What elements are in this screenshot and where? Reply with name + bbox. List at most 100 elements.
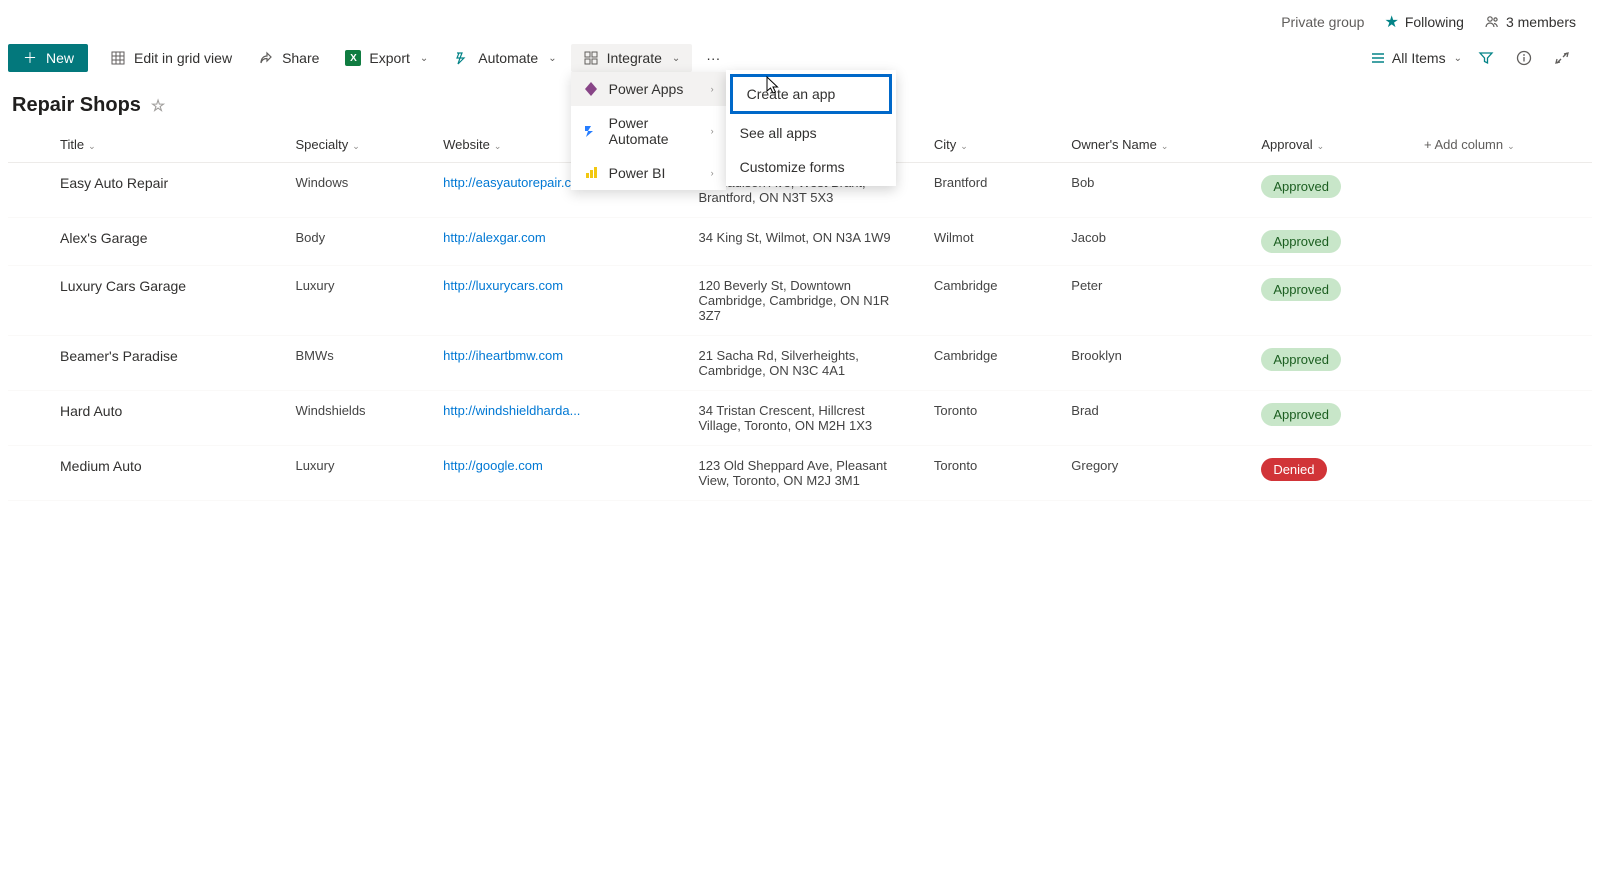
more-button[interactable]: ··· [694, 44, 732, 72]
cell-specialty: Luxury [283, 446, 431, 501]
approval-pill: Approved [1261, 175, 1341, 198]
see-all-label: See all apps [740, 125, 817, 141]
cell-city: Toronto [922, 391, 1059, 446]
members-label: 3 members [1506, 14, 1576, 30]
cell-empty [1412, 391, 1592, 446]
cell-approval: Approved [1249, 266, 1412, 336]
cell-title: Alex's Garage [48, 218, 283, 266]
cell-empty [1412, 336, 1592, 391]
automate-button[interactable]: Automate ⌄ [442, 44, 568, 72]
list-title-text: Repair Shops [12, 94, 141, 117]
chevron-right-icon: › [711, 126, 714, 136]
edit-grid-button[interactable]: Edit in grid view [98, 44, 244, 72]
new-button-label: New [46, 50, 74, 66]
cell-owner: Brooklyn [1059, 336, 1249, 391]
export-button[interactable]: X Export ⌄ [333, 44, 440, 72]
cell-website: http://google.com [431, 446, 686, 501]
column-specialty[interactable]: Specialty⌄ [283, 127, 431, 163]
chevron-down-icon: ⌄ [420, 53, 428, 64]
cell-approval: Approved [1249, 163, 1412, 218]
row-select[interactable] [8, 336, 48, 391]
following-label: Following [1405, 14, 1464, 30]
cell-specialty: Windows [283, 163, 431, 218]
row-select[interactable] [8, 163, 48, 218]
column-city[interactable]: City⌄ [922, 127, 1059, 163]
chevron-down-icon: ⌄ [1317, 141, 1325, 151]
command-bar: ＋ New Edit in grid view Share X Export ⌄… [0, 40, 1600, 76]
cell-approval: Approved [1249, 336, 1412, 391]
favorite-star-icon[interactable]: ☆ [151, 96, 165, 116]
see-all-apps-item[interactable]: See all apps [726, 116, 896, 150]
more-label: ··· [706, 50, 720, 66]
share-button[interactable]: Share [246, 44, 331, 72]
cell-city: Wilmot [922, 218, 1059, 266]
powerautomate-icon [583, 123, 599, 139]
following-toggle[interactable]: ★ Following [1384, 12, 1463, 32]
add-column[interactable]: + Add column⌄ [1412, 127, 1592, 163]
table-row[interactable]: Medium AutoLuxuryhttp://google.com123 Ol… [8, 446, 1592, 501]
create-app-item[interactable]: Create an app [730, 74, 892, 114]
row-select[interactable] [8, 391, 48, 446]
column-title[interactable]: Title⌄ [48, 127, 283, 163]
new-button[interactable]: ＋ New [8, 44, 88, 72]
filter-button[interactable] [1472, 44, 1500, 72]
cell-city: Toronto [922, 446, 1059, 501]
edit-grid-label: Edit in grid view [134, 50, 232, 66]
cell-website: http://windshieldharda... [431, 391, 686, 446]
powerautomate-menu-item[interactable]: Power Automate › [571, 106, 726, 156]
list-view-icon [1370, 50, 1386, 66]
table-row[interactable]: Beamer's ParadiseBMWshttp://iheartbmw.co… [8, 336, 1592, 391]
website-link[interactable]: http://easyautorepair.c... [443, 175, 582, 190]
website-link[interactable]: http://iheartbmw.com [443, 348, 563, 363]
customize-forms-item[interactable]: Customize forms [726, 150, 896, 184]
page-meta-bar: Private group ★ Following 3 members [0, 0, 1600, 40]
website-link[interactable]: http://alexgar.com [443, 230, 546, 245]
table-row[interactable]: Hard AutoWindshieldshttp://windshieldhar… [8, 391, 1592, 446]
chevron-down-icon: ⌄ [1161, 141, 1169, 151]
view-selector[interactable]: All Items ⌄ [1370, 50, 1462, 66]
select-column[interactable] [8, 127, 48, 163]
table-row[interactable]: Luxury Cars GarageLuxuryhttp://luxurycar… [8, 266, 1592, 336]
website-link[interactable]: http://luxurycars.com [443, 278, 563, 293]
cell-website: http://luxurycars.com [431, 266, 686, 336]
powerapps-menu-item[interactable]: Power Apps › Create an app See all apps … [571, 72, 726, 106]
powerapps-icon [583, 81, 599, 97]
cell-title: Luxury Cars Garage [48, 266, 283, 336]
website-link[interactable]: http://google.com [443, 458, 543, 473]
integrate-button[interactable]: Integrate ⌄ [571, 44, 693, 72]
cell-approval: Approved [1249, 391, 1412, 446]
row-select[interactable] [8, 446, 48, 501]
chevron-right-icon: › [711, 84, 714, 94]
people-icon [1484, 14, 1500, 30]
plus-icon: ＋ [22, 50, 38, 66]
column-owner[interactable]: Owner's Name⌄ [1059, 127, 1249, 163]
cell-address: 21 Sacha Rd, Silverheights, Cambridge, O… [686, 336, 921, 391]
powerbi-menu-item[interactable]: Power BI › [571, 156, 726, 190]
cell-specialty: BMWs [283, 336, 431, 391]
members-link[interactable]: 3 members [1484, 14, 1576, 30]
approval-pill: Denied [1261, 458, 1326, 481]
cell-title: Hard Auto [48, 391, 283, 446]
view-label: All Items [1392, 50, 1446, 66]
cell-specialty: Body [283, 218, 431, 266]
flow-icon [454, 50, 470, 66]
table-row[interactable]: Alex's GarageBodyhttp://alexgar.com34 Ki… [8, 218, 1592, 266]
cell-city: Brantford [922, 163, 1059, 218]
automate-label: Automate [478, 50, 538, 66]
chevron-down-icon: ⌄ [1507, 141, 1515, 151]
expand-button[interactable] [1548, 44, 1576, 72]
cell-owner: Brad [1059, 391, 1249, 446]
row-select[interactable] [8, 266, 48, 336]
cell-website: http://alexgar.com [431, 218, 686, 266]
row-select[interactable] [8, 218, 48, 266]
website-link[interactable]: http://windshieldharda... [443, 403, 580, 418]
chevron-down-icon: ⌄ [548, 53, 556, 64]
powerbi-label: Power BI [609, 165, 666, 181]
powerautomate-label: Power Automate [609, 115, 701, 147]
column-approval[interactable]: Approval⌄ [1249, 127, 1412, 163]
grid-icon [110, 50, 126, 66]
cell-owner: Peter [1059, 266, 1249, 336]
chevron-down-icon: ⌄ [494, 141, 502, 151]
info-button[interactable] [1510, 44, 1538, 72]
cell-empty [1412, 163, 1592, 218]
